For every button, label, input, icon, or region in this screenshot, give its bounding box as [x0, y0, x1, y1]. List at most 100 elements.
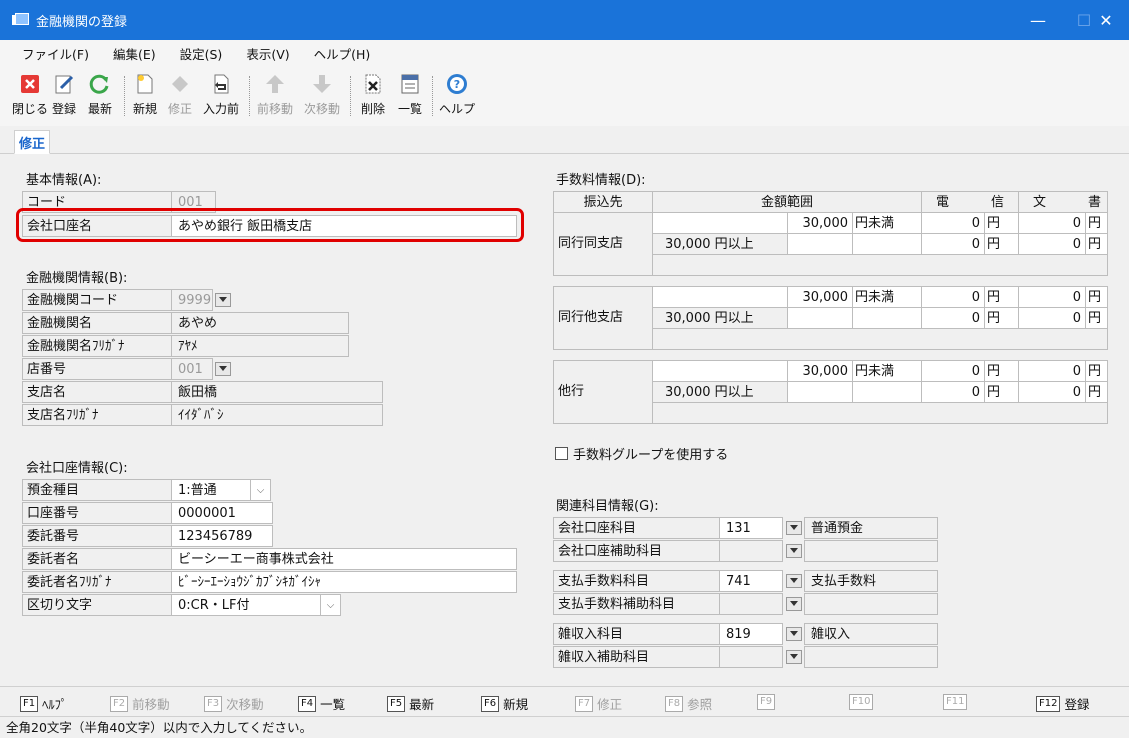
menu-view[interactable]: 表示(V) — [246, 44, 289, 63]
fee-under-amount[interactable]: 30,000 — [787, 212, 853, 234]
use-fee-group-checkbox[interactable] — [555, 447, 568, 460]
refresh-button[interactable]: 最新 — [88, 72, 112, 122]
branch-no-field[interactable]: 001 — [171, 358, 213, 380]
fee-telegraph-value[interactable]: 0 — [921, 233, 985, 255]
fee-telegraph-value[interactable]: 0 — [921, 381, 985, 403]
rel-dropdown-2[interactable] — [786, 574, 802, 588]
branch-name-field[interactable]: 飯田橋 — [171, 381, 383, 403]
new-button[interactable]: 新規 — [133, 72, 157, 122]
before-input-button-label: 入力前 — [203, 102, 240, 116]
fee-cell[interactable] — [652, 360, 788, 382]
fee-telegraph-unit: 円 — [984, 307, 1019, 329]
rel-dropdown-3[interactable] — [786, 597, 802, 611]
tab-edit[interactable]: 修正 — [14, 130, 51, 154]
toolbar: 閉じる 登録 最新 新規 修正 入力前 前移動 次移動 削除 一覧 ? ヘルプ — [0, 66, 1129, 126]
rel-dropdown-0[interactable] — [786, 521, 802, 535]
fee-cell[interactable] — [652, 212, 788, 234]
fkey-f9[interactable]: F9 — [757, 694, 779, 710]
menu-help[interactable]: ヘルプ(H) — [314, 44, 371, 63]
rel-name-3 — [804, 593, 938, 615]
rel-code-4[interactable]: 819 — [719, 623, 783, 645]
fkey-f7-label: 修正 — [597, 697, 623, 712]
consign-no-field[interactable]: 123456789 — [171, 525, 273, 547]
fee-telegraph-value[interactable]: 0 — [921, 307, 985, 329]
fkey-f6[interactable]: F6 新規 — [481, 694, 528, 713]
fee-document-value[interactable]: 0 — [1018, 212, 1086, 234]
new-button-label: 新規 — [133, 102, 158, 116]
fee-over-amount: 30,000 — [665, 237, 711, 252]
fkey-f10[interactable]: F10 — [849, 694, 877, 710]
branch-no-dropdown[interactable] — [215, 362, 231, 376]
minimize-button[interactable]: — — [1015, 0, 1061, 40]
before-input-button[interactable]: 入力前 — [203, 72, 239, 122]
fkey-f4[interactable]: F4 一覧 — [298, 694, 345, 713]
fee-under-amount[interactable]: 30,000 — [787, 360, 853, 382]
rel-code-2[interactable]: 741 — [719, 570, 783, 592]
register-button[interactable]: 登録 — [52, 72, 76, 122]
fee-cell[interactable] — [787, 233, 853, 255]
fee-document-value[interactable]: 0 — [1018, 360, 1086, 382]
fee-cell[interactable] — [787, 381, 853, 403]
fkey-f1[interactable]: F1 ﾍﾙﾌﾟ — [20, 694, 67, 713]
bank-code-field[interactable]: 9999 — [171, 289, 213, 311]
bank-code-label: 金融機関コード — [22, 289, 172, 311]
down-arrow-icon — [310, 72, 334, 96]
fee-telegraph-value[interactable]: 0 — [921, 286, 985, 308]
bank-kana-field[interactable]: ｱﾔﾒ — [171, 335, 349, 357]
fee-telegraph-unit: 円 — [984, 360, 1019, 382]
rel-code-5[interactable] — [719, 646, 783, 668]
fee-telegraph-value[interactable]: 0 — [921, 212, 985, 234]
fee-cell[interactable] — [652, 286, 788, 308]
fkey-f5[interactable]: F5 最新 — [387, 694, 434, 713]
delete-button[interactable]: 削除 — [361, 72, 385, 122]
menu-file[interactable]: ファイル(F) — [22, 44, 89, 63]
close-button[interactable]: 閉じる — [12, 72, 48, 122]
rel-code-3[interactable] — [719, 593, 783, 615]
tab-bar: 修正 — [0, 126, 1129, 154]
rel-label-3: 支払手数料補助科目 — [553, 593, 720, 615]
fkey-f7-key: F7 — [575, 695, 594, 712]
fkey-f11[interactable]: F11 — [943, 694, 971, 710]
fkey-f2[interactable]: F2 前移動 — [110, 694, 170, 713]
fee-document-value[interactable]: 0 — [1018, 233, 1086, 255]
account-number-field[interactable]: 0000001 — [171, 502, 273, 524]
use-fee-group-label: 手数料グループを使用する — [573, 448, 729, 463]
fkey-f3[interactable]: F3 次移動 — [204, 694, 264, 713]
rel-code-1[interactable] — [719, 540, 783, 562]
next-move-button[interactable]: 次移動 — [304, 72, 340, 122]
fee-telegraph-value[interactable]: 0 — [921, 360, 985, 382]
edit-button[interactable]: 修正 — [168, 72, 192, 122]
bank-code-dropdown[interactable] — [215, 293, 231, 307]
bank-name-field[interactable]: あやめ — [171, 312, 349, 334]
basic-info-title: 基本情報(A): — [26, 173, 102, 188]
fee-cell[interactable] — [787, 307, 853, 329]
chevron-down-icon[interactable]: ⌵ — [320, 595, 340, 615]
rel-code-0[interactable]: 131 — [719, 517, 783, 539]
fee-cell[interactable] — [852, 381, 922, 403]
fee-cell[interactable] — [852, 233, 922, 255]
fkey-f12[interactable]: F12 登録 — [1036, 694, 1090, 713]
branch-kana-field[interactable]: ｲｲﾀﾞﾊﾞｼ — [171, 404, 383, 426]
prev-move-button[interactable]: 前移動 — [257, 72, 293, 122]
list-button-label: 一覧 — [398, 102, 423, 116]
help-button[interactable]: ? ヘルプ — [439, 72, 475, 122]
fee-document-value[interactable]: 0 — [1018, 307, 1086, 329]
chevron-down-icon[interactable]: ⌵ — [250, 480, 270, 500]
fee-document-value[interactable]: 0 — [1018, 381, 1086, 403]
fkey-f7[interactable]: F7 修正 — [575, 694, 622, 713]
consignor-field[interactable]: ビーシーエー商事株式会社 — [171, 548, 517, 570]
close-window-button[interactable]: ✕ — [1083, 0, 1129, 40]
delimiter-select[interactable]: 0:CR・LF付 — [171, 594, 341, 616]
menu-settings[interactable]: 設定(S) — [180, 44, 223, 63]
consignor-kana-field[interactable]: ﾋﾞｰｼｰｴｰｼｮｳｼﾞｶﾌﾞｼｷｶﾞｲｼｬ — [171, 571, 517, 593]
toolbar-separator — [249, 76, 250, 116]
list-button[interactable]: 一覧 — [398, 72, 422, 122]
fee-under-amount[interactable]: 30,000 — [787, 286, 853, 308]
rel-dropdown-1[interactable] — [786, 544, 802, 558]
fee-document-value[interactable]: 0 — [1018, 286, 1086, 308]
menu-edit[interactable]: 編集(E) — [113, 44, 156, 63]
rel-dropdown-4[interactable] — [786, 627, 802, 641]
fee-cell[interactable] — [852, 307, 922, 329]
fkey-f8[interactable]: F8 参照 — [665, 694, 712, 713]
rel-dropdown-5[interactable] — [786, 650, 802, 664]
